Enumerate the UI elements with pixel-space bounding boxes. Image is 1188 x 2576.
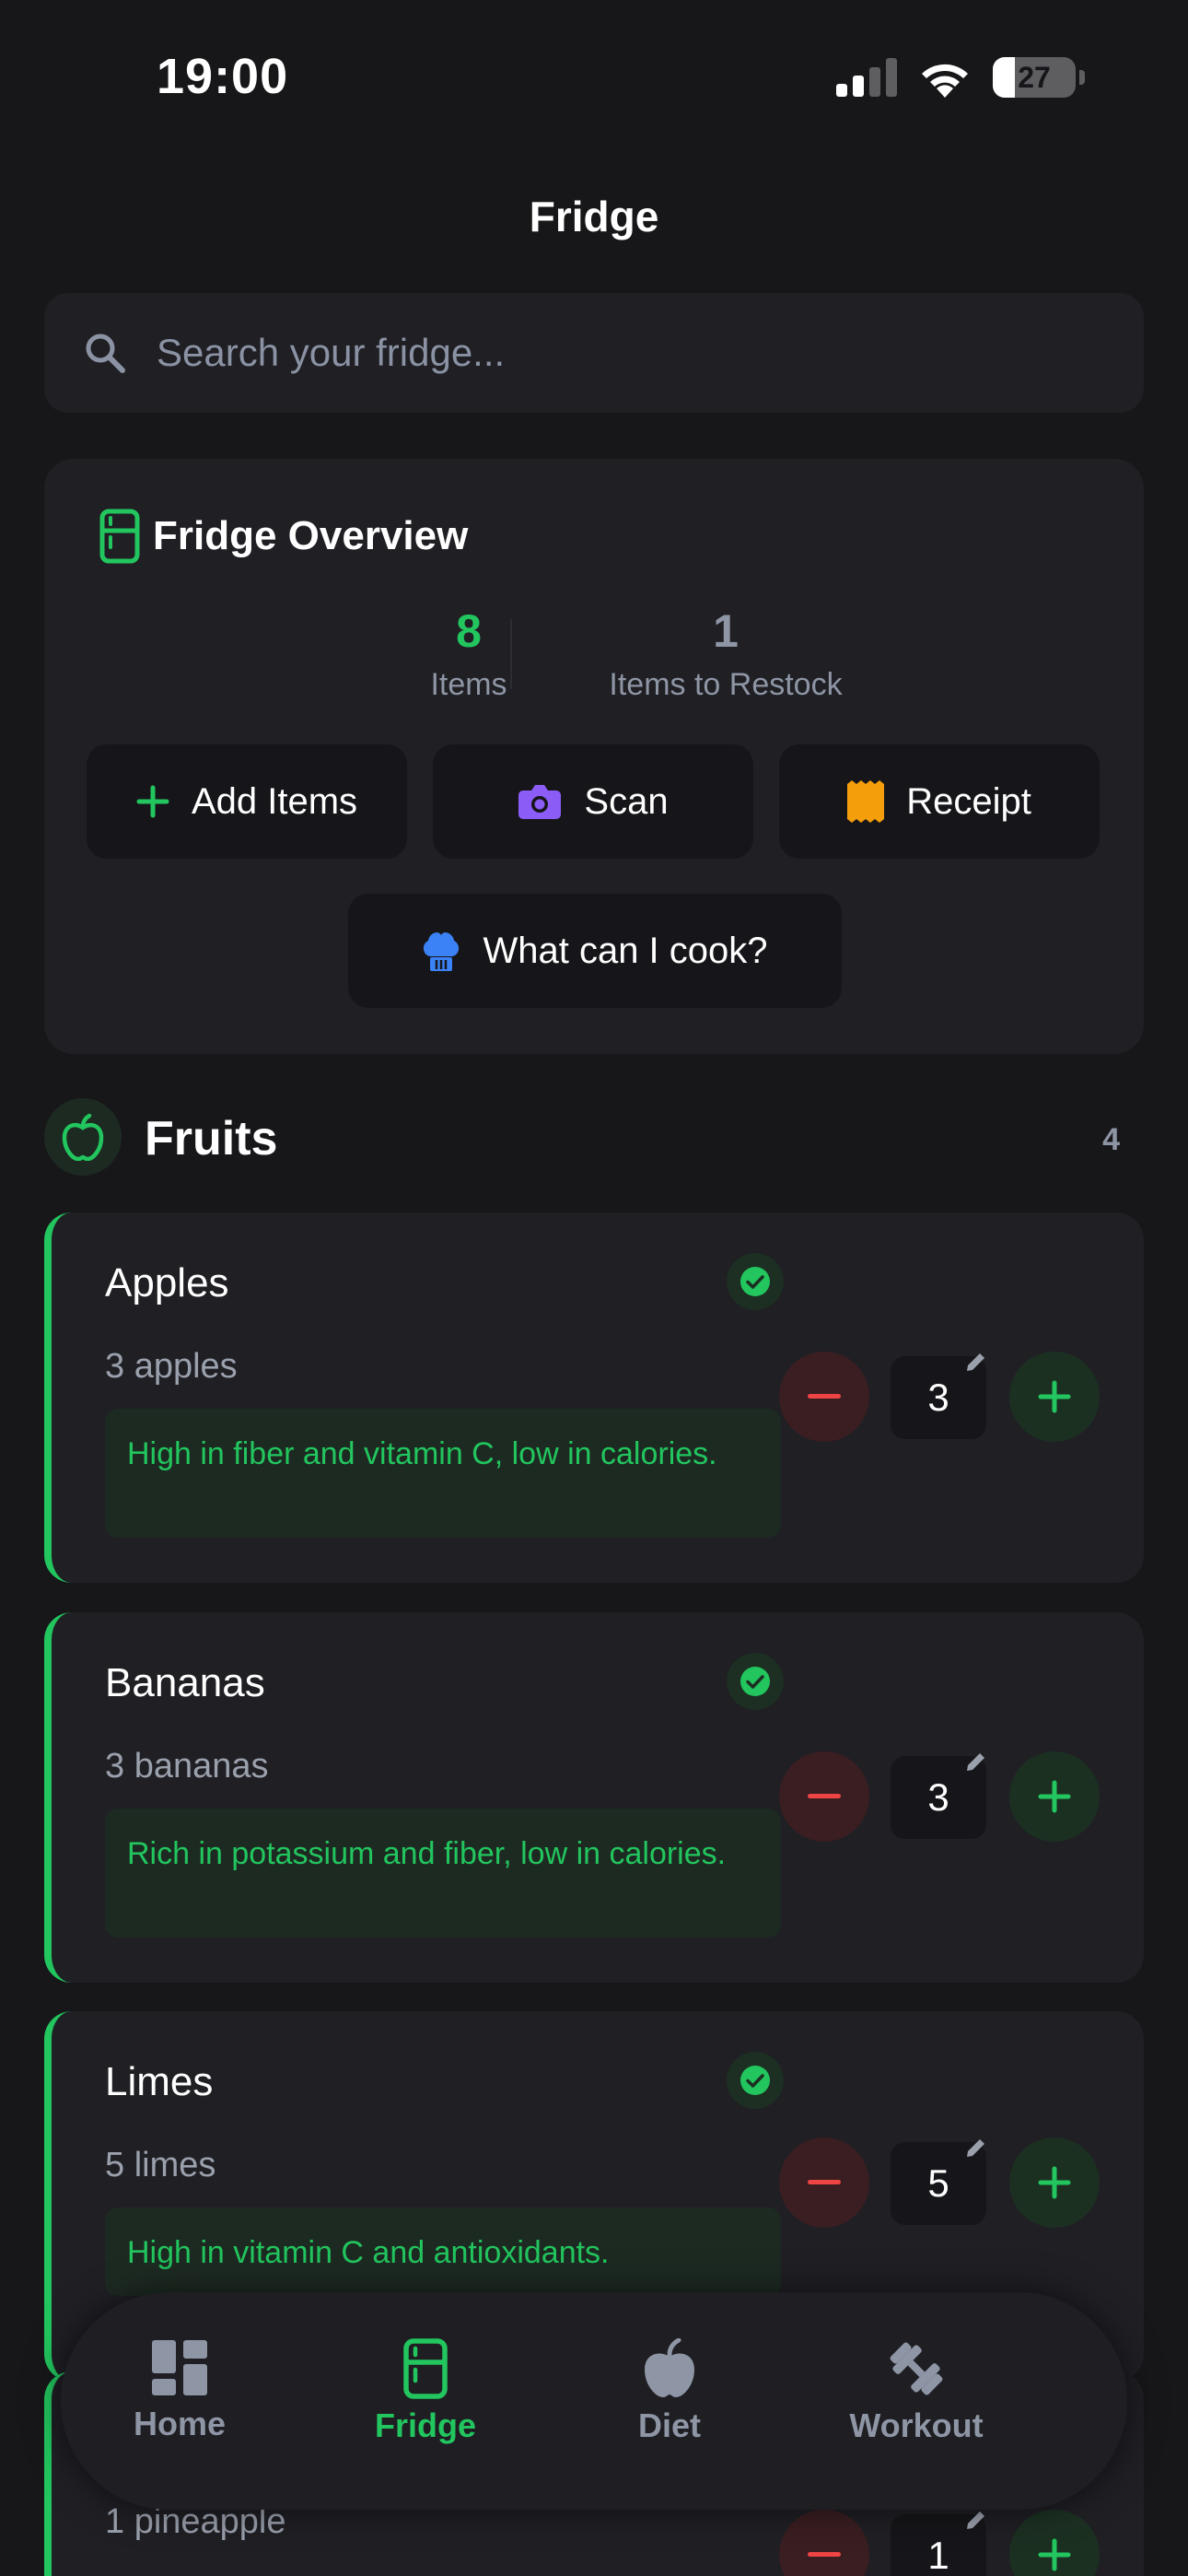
page-title: Fridge <box>529 193 659 240</box>
add-items-button[interactable]: Add Items <box>87 744 407 859</box>
chef-hat-icon <box>424 932 460 971</box>
tab-diet[interactable]: Diet <box>564 2338 775 2445</box>
in-stock-check-icon <box>727 1253 784 1310</box>
minus-icon <box>808 2180 841 2184</box>
tab-home-label: Home <box>133 2405 227 2442</box>
edit-pencil-icon[interactable] <box>963 1351 987 1375</box>
item-quantity-text: 3 bananas <box>105 1747 269 1786</box>
add-items-label: Add Items <box>191 780 358 822</box>
stat-divider <box>510 619 512 689</box>
edit-pencil-icon[interactable] <box>963 2509 987 2533</box>
bottom-tab-bar: Home Fridge Diet Workout <box>61 2292 1127 2510</box>
item-quantity-text: 5 limes <box>105 2146 216 2184</box>
apple-icon <box>62 1113 104 1161</box>
increase-button[interactable] <box>1009 1751 1100 1842</box>
section-title: Fruits <box>145 1112 278 1165</box>
decrease-button[interactable] <box>779 2137 869 2228</box>
item-name: Apples <box>105 1260 229 1306</box>
minus-icon <box>808 1794 841 1798</box>
in-stock-check-icon <box>727 2052 784 2109</box>
dumbbell-icon <box>890 2342 943 2395</box>
item-quantity-text: 3 apples <box>105 1347 238 1386</box>
receipt-icon <box>847 780 885 823</box>
restock-count: 1 <box>713 605 739 657</box>
scan-label: Scan <box>584 780 669 822</box>
battery-icon: 27 <box>993 57 1076 98</box>
item-card[interactable]: Bananas 3 bananas Rich in potassium and … <box>44 1612 1144 1983</box>
increase-button[interactable] <box>1009 2137 1100 2228</box>
receipt-label: Receipt <box>906 780 1031 822</box>
search-icon <box>86 334 125 373</box>
scan-button[interactable]: Scan <box>433 744 753 859</box>
tab-diet-label: Diet <box>637 2406 701 2444</box>
wifi-icon <box>922 64 968 98</box>
fruits-section-icon <box>44 1098 122 1176</box>
in-stock-check-icon <box>727 1653 784 1710</box>
decrease-button[interactable] <box>779 1751 869 1842</box>
overview-title: Fridge Overview <box>153 513 469 558</box>
tab-fridge-label: Fridge <box>374 2406 476 2444</box>
fridge-icon <box>99 509 140 564</box>
plus-icon <box>1038 1780 1071 1813</box>
tab-workout-label: Workout <box>849 2406 984 2444</box>
item-name: Bananas <box>105 1660 265 1705</box>
increase-button[interactable] <box>1009 1352 1100 1442</box>
decrease-button[interactable] <box>779 2510 869 2576</box>
plus-icon <box>1038 2166 1071 2199</box>
search-input[interactable] <box>155 330 987 376</box>
overview-header: Fridge Overview <box>99 509 468 564</box>
edit-pencil-icon[interactable] <box>963 1751 987 1774</box>
receipt-button[interactable]: Receipt <box>779 744 1100 859</box>
tab-workout[interactable]: Workout <box>810 2338 1022 2445</box>
status-icons: 27 <box>836 57 1085 98</box>
decrease-button[interactable] <box>779 1352 869 1442</box>
item-name: Limes <box>105 2059 214 2104</box>
plus-icon <box>1038 2538 1071 2571</box>
apple-icon <box>645 2338 694 2397</box>
fridge-overview-card: Fridge Overview 8 Items 1 Items to Resto… <box>44 459 1144 1054</box>
item-card[interactable]: Apples 3 apples High in fiber and vitami… <box>44 1212 1144 1583</box>
increase-button[interactable] <box>1009 2510 1100 2576</box>
edit-pencil-icon[interactable] <box>963 2137 987 2160</box>
search-bar[interactable] <box>44 293 1144 413</box>
dashboard-icon <box>152 2340 207 2395</box>
item-nutrition-note: High in fiber and vitamin C, low in calo… <box>105 1409 781 1538</box>
fridge-icon <box>403 2338 448 2399</box>
cook-label: What can I cook? <box>483 930 768 971</box>
battery-level: 27 <box>1018 60 1051 94</box>
minus-icon <box>808 1394 841 1399</box>
signal-icon <box>836 58 897 97</box>
camera-icon <box>518 785 562 819</box>
plus-icon <box>136 785 169 818</box>
minus-icon <box>808 2552 841 2557</box>
restock-label: Items to Restock <box>609 667 843 702</box>
status-time: 19:00 <box>157 49 289 104</box>
tab-fridge[interactable]: Fridge <box>320 2338 531 2445</box>
section-count: 4 <box>1102 1122 1120 1157</box>
plus-icon <box>1038 1380 1071 1413</box>
item-nutrition-note: Rich in potassium and fiber, low in calo… <box>105 1809 781 1938</box>
restock-stat: 1 Items to Restock <box>542 604 910 703</box>
tab-home[interactable]: Home <box>74 2338 285 2443</box>
what-can-i-cook-button[interactable]: What can I cook? <box>348 894 842 1008</box>
item-nutrition-note: High in vitamin C and antioxidants. <box>105 2207 781 2296</box>
